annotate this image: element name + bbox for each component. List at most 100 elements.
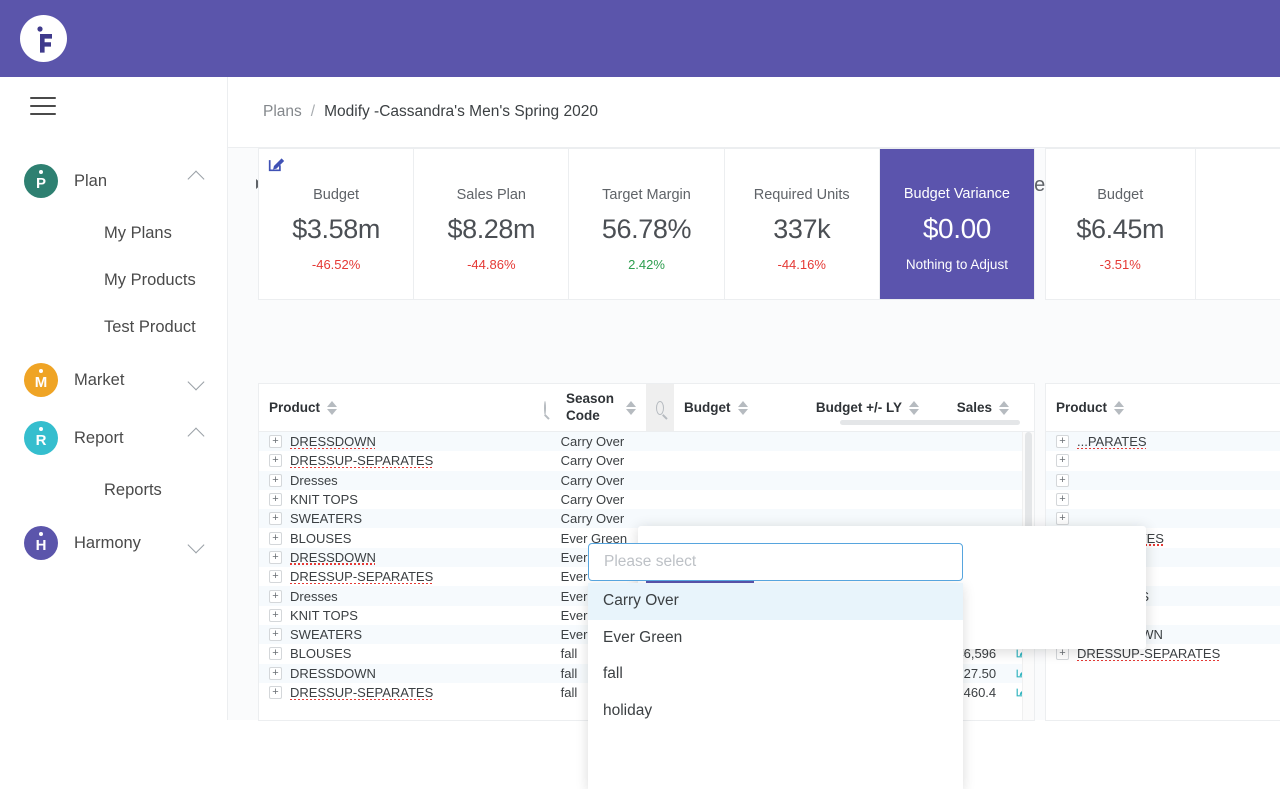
sidebar-item-my-products[interactable]: My Products (0, 257, 228, 304)
table-row[interactable]: +KNIT TOPSCarry Over (259, 490, 1034, 509)
expand-row-icon[interactable]: + (269, 686, 282, 699)
sidebar-item-plan[interactable]: P Plan (0, 152, 228, 210)
expand-row-icon[interactable]: + (269, 551, 282, 564)
sort-toggle-icon[interactable] (738, 401, 748, 415)
sidebar-item-label: Market (74, 371, 190, 390)
expand-row-icon[interactable]: + (1056, 493, 1069, 506)
table-row[interactable]: +...PARATES (1046, 432, 1280, 451)
cell-season-code: Carry Over (551, 492, 640, 507)
kpi-label: Target Margin (602, 187, 691, 203)
app-header (0, 0, 1280, 77)
table-header-row: Product (1046, 384, 1280, 432)
harmony-badge-icon: H (24, 526, 58, 560)
column-label: Budget +/- LY (816, 400, 902, 415)
product-search-icon[interactable] (534, 384, 556, 431)
cell-product: SWEATERS (290, 511, 362, 526)
sort-toggle-icon[interactable] (1114, 401, 1124, 415)
expand-row-icon[interactable]: + (1056, 454, 1069, 467)
chevron-up-icon[interactable] (188, 428, 205, 445)
cell-season-code: Carry Over (551, 511, 640, 526)
expand-row-icon[interactable]: + (269, 628, 282, 641)
report-badge-icon: R (24, 421, 58, 455)
kpi-delta: -46.52% (312, 257, 360, 272)
breadcrumb: Plans / Modify -Cassandra's Men's Spring… (228, 77, 1280, 147)
sidebar-item-harmony[interactable]: H Harmony (0, 514, 228, 572)
chevron-down-icon[interactable] (188, 537, 205, 554)
chevron-down-icon[interactable] (188, 374, 205, 391)
kpi-sales-plan: Sales Plan $8.28m -44.86% (414, 149, 569, 299)
chevron-up-icon[interactable] (188, 171, 205, 188)
expand-row-icon[interactable]: + (269, 609, 282, 622)
expand-row-icon[interactable]: + (269, 474, 282, 487)
table-row[interactable]: + (1046, 471, 1280, 490)
sidebar-nav: P Plan My Plans My Products Test Product… (0, 152, 228, 572)
logo-f-icon (31, 25, 57, 53)
table-row[interactable]: +DRESSDOWNCarry Over (259, 432, 1034, 451)
sidebar: P Plan My Plans My Products Test Product… (0, 77, 228, 720)
season-code-search-icon[interactable] (646, 384, 674, 431)
cell-product: DRESSUP-SEPARATES (290, 453, 433, 468)
expand-row-icon[interactable]: + (269, 590, 282, 603)
column-header-product[interactable]: Product (259, 384, 534, 431)
cell-product: DRESSDOWN (290, 434, 376, 449)
horizontal-scrollbar[interactable] (840, 420, 1020, 425)
kpi-value: $8.28m (447, 214, 535, 245)
edit-pencil-icon[interactable] (268, 155, 285, 172)
table-row[interactable]: +DressesCarry Over (259, 471, 1034, 490)
expand-row-icon[interactable]: + (269, 512, 282, 525)
expand-row-icon[interactable]: + (269, 667, 282, 680)
breadcrumb-root[interactable]: Plans (263, 103, 302, 121)
app-logo[interactable] (20, 15, 67, 62)
kpi-value: $3.58m (292, 214, 380, 245)
expand-row-icon[interactable]: + (1056, 435, 1069, 448)
column-header-season-code[interactable]: Season Code (556, 384, 646, 431)
kpi-delta: -3.51% (1100, 257, 1141, 272)
kpi-delta: -44.86% (467, 257, 515, 272)
market-badge-icon: M (24, 363, 58, 397)
cell-product: DRESSUP-SEPARATES (290, 685, 433, 700)
table-row[interactable]: + (1046, 490, 1280, 509)
season-code-option[interactable]: Ever Green (588, 620, 963, 657)
sort-toggle-icon[interactable] (327, 401, 337, 415)
kpi-delta: Nothing to Adjust (906, 257, 1008, 272)
kpi-delta: -44.16% (778, 257, 826, 272)
column-label: Budget (684, 400, 731, 415)
table-row[interactable]: + (1046, 451, 1280, 470)
expand-row-icon[interactable]: + (269, 647, 282, 660)
cell-season-code: Carry Over (551, 453, 640, 468)
expand-row-icon[interactable]: + (1056, 512, 1069, 525)
expand-row-icon[interactable]: + (1056, 647, 1069, 660)
plan-badge-icon: P (24, 164, 58, 198)
sidebar-item-market[interactable]: M Market (0, 351, 228, 409)
cell-product: DRESSDOWN (290, 666, 376, 681)
season-code-option[interactable]: fall (588, 656, 963, 693)
sidebar-item-label: Plan (74, 172, 190, 191)
column-header-product-secondary[interactable]: Product (1046, 384, 1280, 431)
kpi-budget-secondary: Budget $6.45m -3.51% (1046, 149, 1196, 299)
cell-product: BLOUSES (290, 646, 351, 661)
kpi-value: $6.45m (1076, 214, 1164, 245)
expand-row-icon[interactable]: + (269, 570, 282, 583)
sort-toggle-icon[interactable] (999, 401, 1009, 415)
kpi-grid: Budget $3.58m -46.52% Sales Plan $8.28m … (259, 149, 1034, 299)
season-code-select[interactable]: Please select (588, 543, 963, 581)
sort-toggle-icon[interactable] (626, 401, 636, 415)
table-row[interactable]: + DRESSUP-SEPARATES Carry Over (259, 451, 1034, 470)
expand-row-icon[interactable]: + (269, 454, 282, 467)
kpi-empty-cell (1196, 149, 1280, 299)
sidebar-item-test-product[interactable]: Test Product (0, 304, 228, 351)
sidebar-item-reports[interactable]: Reports (0, 467, 228, 514)
season-code-option[interactable]: Carry Over (588, 583, 963, 620)
column-header-budget[interactable]: Budget (674, 384, 794, 431)
sidebar-item-report[interactable]: R Report (0, 409, 228, 467)
expand-row-icon[interactable]: + (269, 493, 282, 506)
column-label: Product (1056, 400, 1107, 415)
sort-toggle-icon[interactable] (909, 401, 919, 415)
season-code-option[interactable]: holiday (588, 693, 963, 730)
expand-row-icon[interactable]: + (1056, 474, 1069, 487)
expand-row-icon[interactable]: + (269, 435, 282, 448)
expand-row-icon[interactable]: + (269, 532, 282, 545)
hamburger-icon[interactable] (30, 97, 56, 119)
kpi-delta: 2.42% (628, 257, 665, 272)
sidebar-item-my-plans[interactable]: My Plans (0, 210, 228, 257)
